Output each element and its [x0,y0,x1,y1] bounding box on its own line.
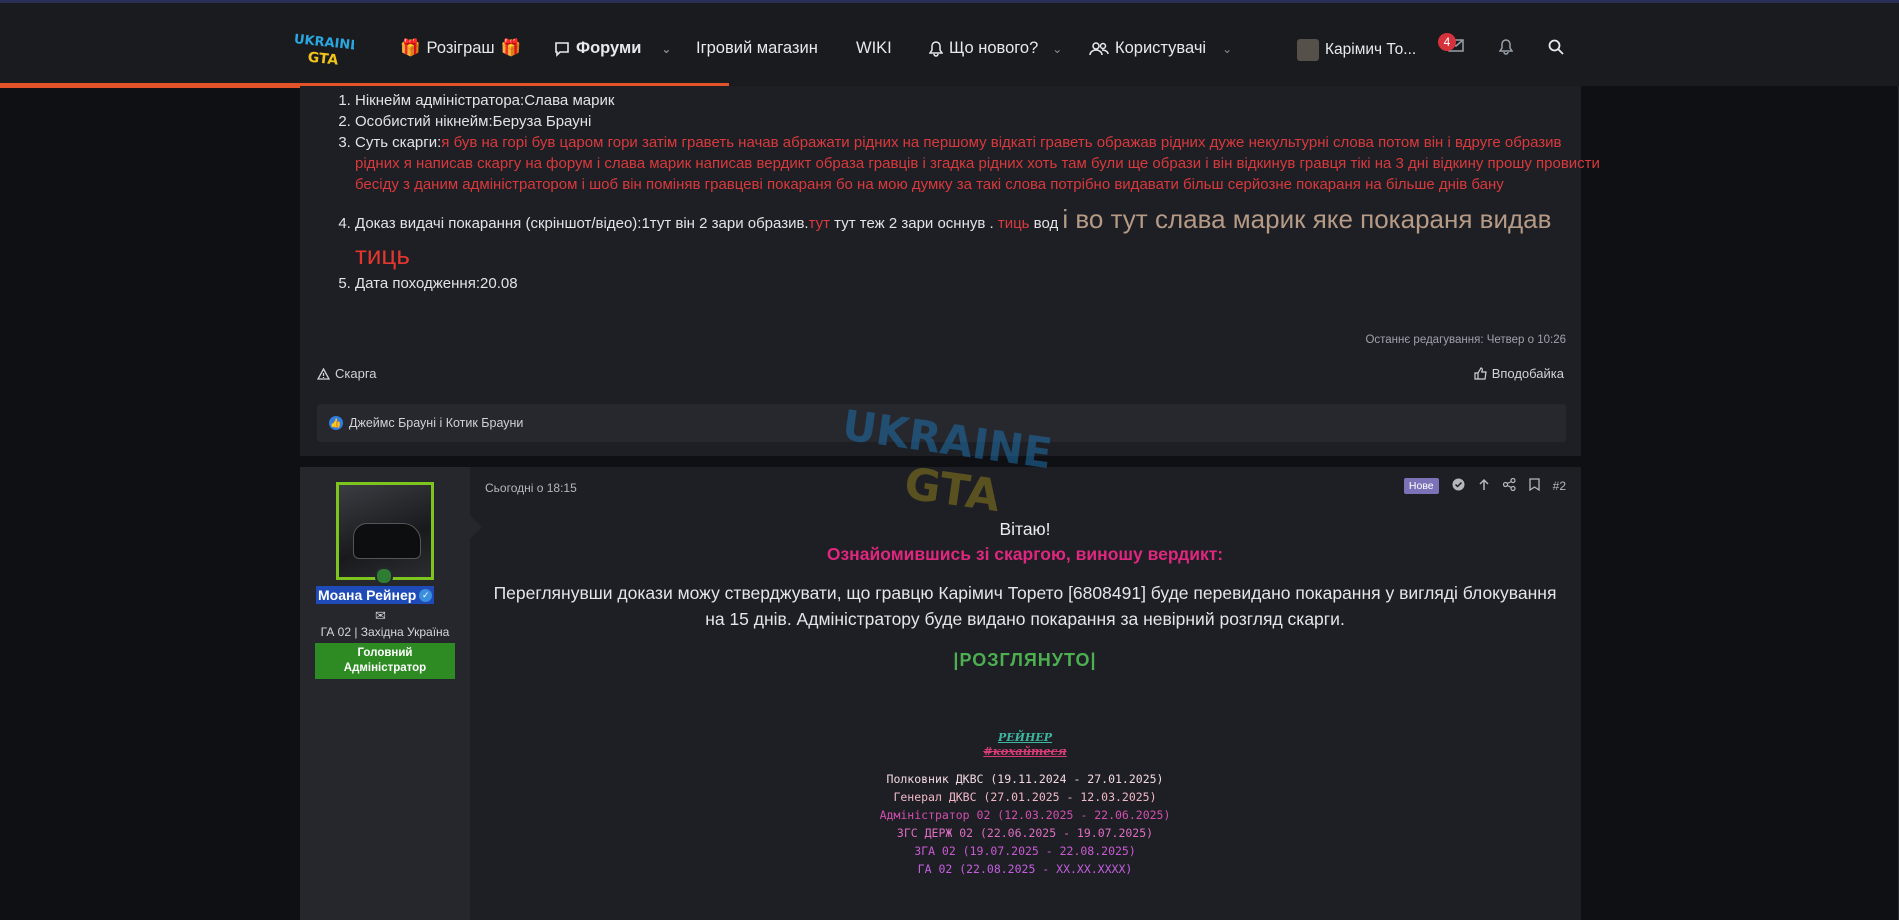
nav-users-label: Користувачі [1115,39,1207,57]
history-line: ЗГА 02 (19.07.2025 - 22.08.2025) [914,844,1136,858]
reactions-bar[interactable]: 👍 Джеймс Брауні і Котик Брауни [317,404,1566,442]
check-icon[interactable] [1452,478,1465,494]
report-button[interactable]: Скарга [317,366,377,381]
bell-icon [1498,39,1514,55]
chevron-down-icon[interactable]: ⌄ [661,42,671,56]
bell-icon [929,40,943,57]
userbar-arrow [470,515,482,539]
gift-icon: 🎁 [500,39,522,57]
career-history: Полковник ДКВС (19.11.2024 - 27.01.2025)… [485,770,1565,878]
search-icon [1548,39,1564,55]
svg-text:GTA: GTA [307,50,339,67]
like-button[interactable]: Вподобайка [1474,366,1564,381]
list-item: Особистий нікнейм:Беруза Брауні [355,111,1605,132]
nav-whats-new[interactable]: Що нового? ⌄ [929,39,1062,58]
author-name[interactable]: Моана Рейнер ✓ [316,586,435,604]
post-date[interactable]: Сьогодні о 18:15 [485,481,577,495]
role-banner: Головний Адміністратор [315,643,455,679]
nav-giveaway-label: Розіграш [426,39,495,57]
avatar[interactable] [336,482,434,580]
chevron-down-icon[interactable]: ⌄ [1052,42,1062,56]
warning-icon [317,367,330,380]
like-label: Вподобайка [1491,366,1564,381]
nav-forums[interactable]: Форуми ⌄ [554,39,671,58]
greeting: Вітаю! [999,519,1051,539]
post-body: Вітаю! Ознайомившись зі скаргою, виношу … [485,517,1565,878]
share-icon[interactable] [1502,477,1516,494]
post-actions: Нове #2 [1403,477,1566,494]
status-badge: |РОЗГЛЯНУТО| [953,650,1097,670]
chat-icon [555,41,569,57]
check-icon: ✓ [419,588,433,602]
proof-link-3[interactable]: тиць [355,240,410,270]
search-button[interactable] [1548,39,1564,60]
nav-shop[interactable]: Ігровий магазин [696,39,818,58]
post-message-1: Нікнейм адміністратора:Слава марик Особи… [300,86,1600,456]
thread-content: Нікнейм адміністратора:Слава марик Особи… [300,86,1600,920]
account-avatar [1297,39,1319,61]
alerts-button[interactable] [1498,39,1514,60]
signature-tag: #кохайтеся [983,744,1067,758]
account-menu[interactable]: Карімич То... [1297,39,1416,61]
history-line: Генерал ДКВС (27.01.2025 - 12.03.2025) [893,790,1157,804]
list-item: Доказ видачі покарання (скріншот/відео):… [355,201,1605,273]
online-indicator [375,567,393,585]
proof-link-1[interactable]: тут [809,215,830,232]
post-message-2: Моана Рейнер ✓ ✉ ГА 02 | Західна Україна… [300,467,1581,920]
list-item: Суть скарги:я був на горі був царом гори… [355,132,1605,195]
user-sidebar: Моана Рейнер ✓ ✉ ГА 02 | Західна Україна… [300,467,470,920]
complaint-list: Нікнейм адміністратора:Слава марик Особи… [322,90,1605,294]
chevron-down-icon[interactable]: ⌄ [1222,42,1232,56]
mail-icon[interactable]: ✉ [375,608,386,624]
bookmark-icon[interactable] [1528,478,1540,494]
nav-whats-new-label: Що нового? [949,39,1039,57]
site-logo[interactable]: UKRAINE GTA [292,31,354,67]
post-number[interactable]: #2 [1553,479,1566,493]
verdict-text: Переглянувши докази можу стверджувати, щ… [493,583,1557,629]
nav-shop-label: Ігровий магазин [696,39,818,57]
report-label: Скарга [335,366,377,381]
nav-wiki-label: WIKI [856,39,892,57]
history-line: ЗГС ДЕРЖ 02 (22.06.2025 - 19.07.2025) [896,826,1154,840]
history-line: ГА 02 (22.08.2025 - XX.XX.XXXX) [917,862,1133,876]
proof-link-2[interactable]: тиць [998,215,1030,232]
author-title: ГА 02 | Західна Україна [320,625,450,639]
car-image [353,523,421,559]
nav-wiki[interactable]: WIKI [856,39,892,58]
arrow-up-icon[interactable] [1478,478,1490,494]
top-navigation: UKRAINE GTA 🎁 Розіграш 🎁 Форуми ⌄ Ігрови… [0,0,1899,88]
signature: РЕЙНЕР #кохайтеся Полковник ДКВС (19.11.… [485,731,1565,878]
last-edited: Останнє редагування: Четвер о 10:26 [1365,334,1566,346]
new-badge: Нове [1403,478,1439,494]
signature-name: РЕЙНЕР [997,731,1053,744]
list-item: Дата походження:20.08 [355,273,1605,294]
thumbs-up-icon: 👍 [329,416,343,430]
gift-icon: 🎁 [400,39,421,57]
reactions-text: Джеймс Брауні і Котик Брауни [349,416,524,430]
nav-users[interactable]: Користувачі ⌄ [1089,39,1232,58]
users-icon [1089,41,1109,55]
history-line: Адміністратор 02 (12.03.2025 - 22.06.202… [879,808,1171,822]
history-line: Полковник ДКВС (19.11.2024 - 27.01.2025) [886,772,1164,786]
account-name: Карімич То... [1325,41,1417,58]
thumbs-up-icon [1474,367,1487,380]
nav-giveaway[interactable]: 🎁 Розіграш 🎁 [400,39,521,58]
verdict-heading: Ознайомившись зі скаргою, виношу вердикт… [826,544,1224,564]
nav-forums-label: Форуми [576,39,642,57]
inbox-count-badge: 4 [1438,33,1456,51]
list-item: Нікнейм адміністратора:Слава марик [355,90,1605,111]
